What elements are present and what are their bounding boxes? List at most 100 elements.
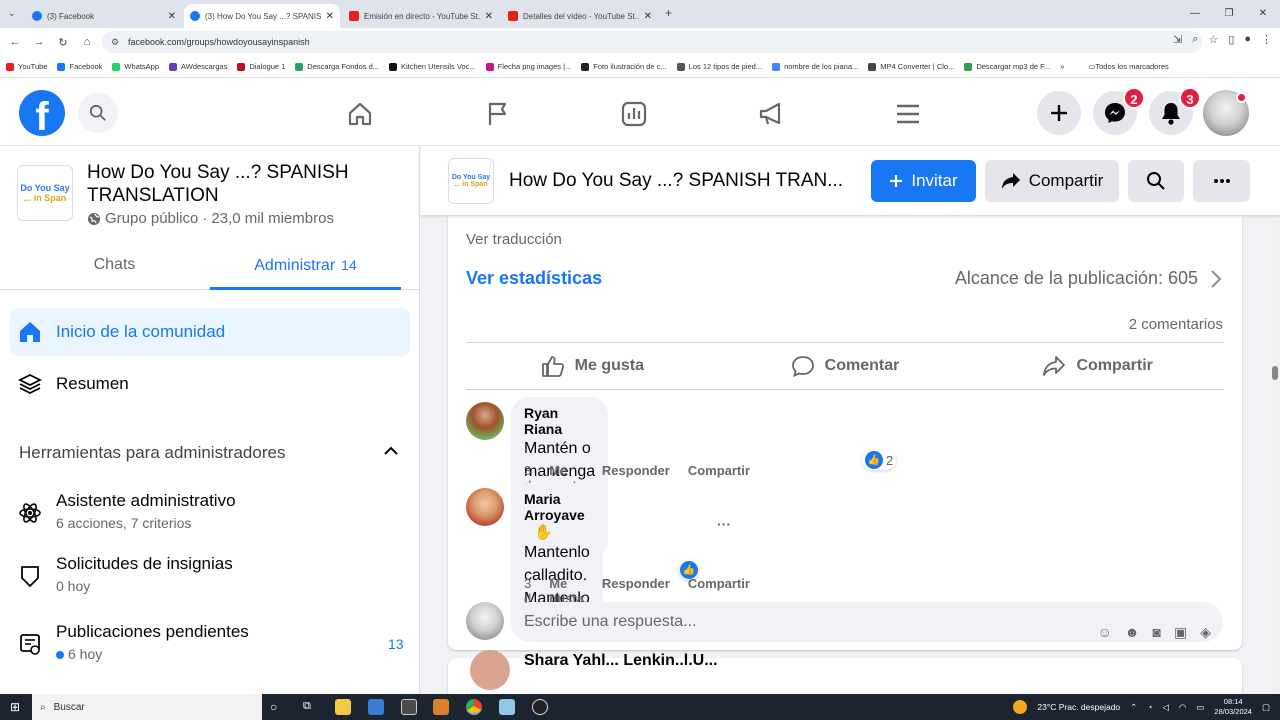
clock[interactable]: 08:14 28/03/2024 [1214, 697, 1252, 717]
comment-share-button[interactable]: Compartir [688, 463, 750, 493]
minimize-icon[interactable]: — [1178, 0, 1212, 28]
group-title[interactable]: How Do You Say ...? SPANISH TRANSLATION [87, 161, 407, 207]
tool-badge-requests[interactable]: Solicitudes de insignias 0 hoy [10, 554, 410, 604]
wifi-icon[interactable]: ◠ [1179, 702, 1186, 713]
comment-reactions[interactable]: 👍 2 [862, 450, 897, 470]
my-avatar[interactable] [466, 602, 504, 640]
sidebar-item-community-home[interactable]: Inicio de la comunidad [10, 308, 410, 356]
tab-search-icon[interactable]: ⌄ [8, 8, 16, 19]
bookmark-item[interactable]: nombre de los piana... [772, 62, 858, 71]
like-button[interactable]: Me gusta [466, 343, 719, 389]
comment-reply-button[interactable]: Responder [602, 463, 670, 493]
reload-icon[interactable]: ↻ [51, 36, 75, 49]
side-panel-icon[interactable]: ▯ [1228, 33, 1234, 46]
nav-menu[interactable] [888, 94, 928, 134]
language-icon[interactable]: ▭ [1196, 702, 1204, 713]
bookmark-star-icon[interactable]: ☆ [1208, 33, 1218, 46]
notifications-button[interactable]: 3 [1149, 87, 1201, 135]
cortana-icon[interactable]: ○ [270, 700, 277, 714]
nav-home[interactable] [340, 94, 380, 134]
obs-icon[interactable] [532, 699, 548, 715]
app-icon[interactable] [499, 699, 515, 715]
network-icon[interactable]: ◔ [1147, 702, 1152, 712]
bookmark-item[interactable]: Dialogue 1 [237, 62, 285, 71]
group-header-title[interactable]: How Do You Say ...? SPANISH TRAN... [509, 170, 843, 192]
account-avatar[interactable] [1203, 90, 1249, 136]
back-icon[interactable]: ← [3, 36, 27, 48]
bookmark-item[interactable]: Kitchen Utensils Voc... [389, 62, 476, 71]
tab-admin[interactable]: Administrar 14 [210, 246, 401, 290]
notification-center-icon[interactable]: ▢ [1262, 702, 1270, 713]
admin-tools-header[interactable]: Herramientas para administradores [19, 443, 399, 463]
bookmark-item[interactable]: Los 12 tipos de pied... [676, 62, 762, 71]
share-group-button[interactable]: Compartir [985, 160, 1119, 202]
sidebar-item-summary[interactable]: Resumen [10, 360, 410, 408]
post-reach[interactable]: Alcance de la publicación: 605 [955, 268, 1222, 289]
media-app-icon[interactable] [433, 699, 449, 715]
install-app-icon[interactable]: ⇲ [1173, 33, 1182, 46]
nav-pages[interactable] [477, 94, 517, 134]
comment-count[interactable]: 2 comentarios [1129, 316, 1223, 333]
bookmarks-overflow-icon[interactable]: » [1060, 62, 1064, 71]
new-tab-icon[interactable]: + [665, 6, 672, 20]
facebook-logo[interactable]: f [19, 90, 65, 136]
search-button[interactable] [78, 93, 118, 133]
tray-chevron-icon[interactable]: ⌃ [1130, 702, 1137, 713]
emoji-icon[interactable]: ☻ [1125, 612, 1140, 652]
address-bar[interactable]: ⚙ facebook.com/groups/howdoyousayinspani… [102, 31, 1202, 53]
site-info-icon[interactable]: ⚙ [111, 31, 119, 53]
forward-icon[interactable]: → [27, 36, 51, 48]
file-explorer-icon[interactable] [335, 699, 351, 715]
bookmark-item[interactable]: Descarga Fondos d... [295, 62, 379, 71]
group-thumbnail[interactable]: Do You Say ... in Span [448, 158, 494, 204]
see-translation-link[interactable]: Ver traducción [466, 231, 562, 248]
weather-text[interactable]: 23°C Prac. despejado [1037, 702, 1120, 712]
see-stats-link[interactable]: Ver estadísticas [466, 268, 602, 289]
tool-admin-assistant[interactable]: Asistente administrativo 6 acciones, 7 c… [10, 491, 410, 541]
camera-icon[interactable]: ◙ [1153, 612, 1161, 652]
commenter-name[interactable]: Ryan Riana [524, 405, 595, 437]
browser-tab-2[interactable]: (3) How Do You Say ...? SPANISH ✕ [184, 4, 340, 28]
bookmark-item[interactable]: YouTube [6, 62, 47, 71]
group-thumbnail[interactable]: Do You Say ... in Span [17, 165, 73, 221]
store-icon[interactable] [368, 699, 384, 715]
commenter-avatar[interactable] [466, 402, 504, 440]
all-bookmarks-folder[interactable]: ▭ Todos los marcadores [1088, 62, 1168, 71]
taskbar-search[interactable]: ⌕ Buscar [32, 694, 262, 720]
author-avatar[interactable] [470, 650, 510, 690]
tab-chats[interactable]: Chats [19, 246, 210, 290]
chevron-up-icon[interactable] [383, 443, 399, 459]
chrome-icon[interactable] [466, 699, 482, 715]
next-post-author[interactable]: Shara Yahl... Lenkin..l.U... [524, 652, 718, 670]
messenger-button[interactable]: 2 [1093, 87, 1145, 135]
bookmark-item[interactable]: Facebook [57, 62, 102, 71]
close-tab-icon[interactable]: ✕ [644, 11, 652, 22]
bookmark-item[interactable]: Flecha png images |... [485, 62, 571, 71]
menu-icon[interactable]: ⋮ [1261, 33, 1272, 46]
close-tab-icon[interactable]: ✕ [326, 11, 334, 22]
close-window-icon[interactable]: ✕ [1246, 0, 1280, 28]
close-tab-icon[interactable]: ✕ [168, 11, 176, 22]
reply-input[interactable]: Escribe una respuesta... ☺ ☻ ◙ ▣ ◈ [511, 602, 1223, 642]
profile-icon[interactable]: ● [1244, 33, 1251, 46]
gif-icon[interactable]: ▣ [1174, 612, 1187, 652]
commenter-avatar[interactable] [466, 488, 504, 526]
windows-start-icon[interactable]: ⊞ [0, 700, 30, 714]
bookmark-item[interactable]: Descargar mp3 de F... [964, 62, 1050, 71]
browser-tab-1[interactable]: (3) Facebook ✕ [26, 4, 182, 28]
close-tab-icon[interactable]: ✕ [485, 11, 493, 22]
restore-icon[interactable]: ❐ [1212, 0, 1246, 28]
comment-more-icon[interactable]: ··· [717, 516, 731, 532]
scrollbar[interactable] [1270, 146, 1280, 694]
tool-pending-posts[interactable]: Publicaciones pendientes 6 hoy 13 [10, 622, 410, 672]
avatar-sticker-icon[interactable]: ☺ [1097, 612, 1111, 652]
task-view-icon[interactable]: ⧉ [303, 700, 311, 713]
mail-icon[interactable] [401, 699, 417, 715]
bookmark-item[interactable]: MP4 Converter | Clo... [868, 62, 954, 71]
bookmark-item[interactable]: WhatsApp [112, 62, 159, 71]
share-post-button[interactable]: Compartir [971, 343, 1224, 389]
nav-ads[interactable] [751, 94, 791, 134]
invite-button[interactable]: Invitar [871, 160, 976, 202]
more-options-button[interactable] [1193, 160, 1250, 202]
group-search-button[interactable] [1128, 160, 1184, 202]
